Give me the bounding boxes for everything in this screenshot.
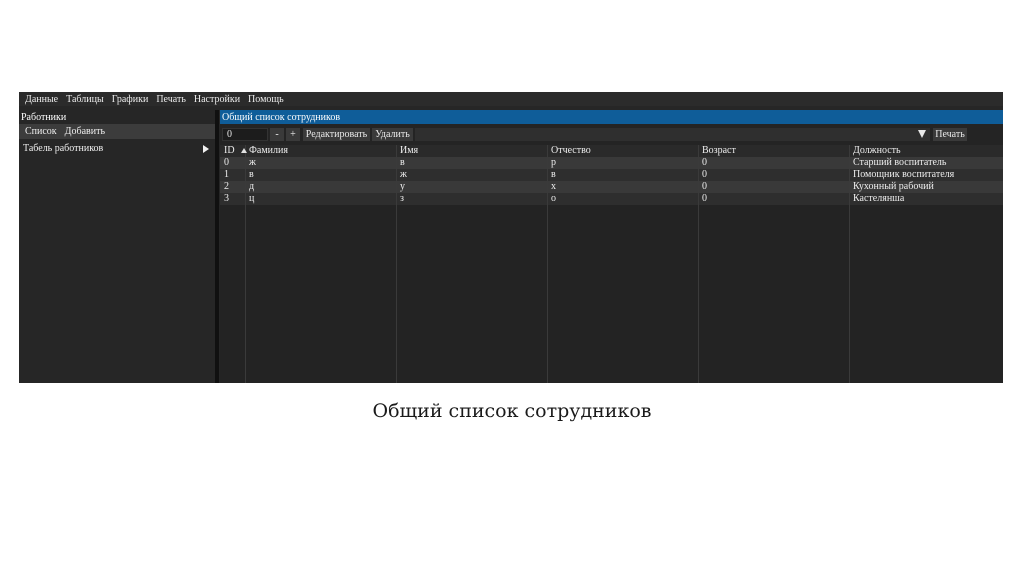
menu-settings[interactable]: Настройки	[194, 94, 240, 105]
sidebar-title: Работники	[21, 112, 67, 123]
sidebar: Работники Список Добавить Табель работни…	[19, 110, 215, 383]
cell-lastname: в	[249, 169, 254, 180]
menu-tables[interactable]: Таблицы	[66, 94, 104, 105]
column-divider	[547, 145, 548, 383]
sidebar-item-label: Табель работников	[23, 143, 104, 154]
cell-patronymic: х	[551, 181, 556, 192]
cell-id: 1	[224, 169, 229, 180]
tab-add[interactable]: Добавить	[65, 126, 105, 137]
toolbar: 0 - + Редактировать Удалить Печать	[220, 127, 1003, 143]
menu-charts[interactable]: Графики	[112, 94, 149, 105]
cell-patronymic: в	[551, 169, 556, 180]
decrement-button[interactable]: -	[270, 128, 284, 141]
sidebar-tabs: Список Добавить	[19, 124, 215, 139]
cell-patronymic: р	[551, 157, 556, 168]
column-header-age[interactable]: Возраст	[702, 145, 736, 157]
app-window: Данные Таблицы Графики Печать Настройки …	[19, 92, 1003, 383]
delete-button[interactable]: Удалить	[372, 128, 413, 141]
column-divider	[396, 145, 397, 383]
main-panel: Общий список сотрудников 0 - + Редактиро…	[220, 110, 1003, 383]
column-header-patronymic[interactable]: Отчество	[551, 145, 591, 157]
tab-list[interactable]: Список	[25, 126, 57, 137]
menu-data[interactable]: Данные	[25, 94, 58, 105]
cell-position: Старший воспитатель	[853, 157, 947, 168]
menu-print[interactable]: Печать	[156, 94, 186, 105]
column-header-firstname[interactable]: Имя	[400, 145, 418, 157]
id-input[interactable]: 0	[222, 128, 268, 141]
print-button[interactable]: Печать	[933, 128, 967, 141]
cell-firstname: в	[400, 157, 405, 168]
sort-ascending-icon	[241, 148, 247, 153]
cell-lastname: ц	[249, 193, 255, 204]
dropdown-arrow-icon[interactable]	[918, 130, 926, 138]
cell-age: 0	[702, 157, 707, 168]
column-divider	[698, 145, 699, 383]
increment-button[interactable]: +	[286, 128, 300, 141]
panel-title: Общий список сотрудников	[220, 110, 1003, 124]
cell-lastname: д	[249, 181, 255, 192]
slide-caption: Общий список сотрудников	[372, 400, 652, 422]
cell-firstname: ж	[400, 169, 407, 180]
cell-firstname: з	[400, 193, 404, 204]
column-divider	[849, 145, 850, 383]
cell-firstname: у	[400, 181, 405, 192]
filter-combobox[interactable]	[415, 128, 930, 141]
cell-id: 0	[224, 157, 229, 168]
cell-position: Кухонный рабочий	[853, 181, 934, 192]
cell-age: 0	[702, 181, 707, 192]
cell-id: 3	[224, 193, 229, 204]
cell-age: 0	[702, 169, 707, 180]
cell-lastname: ж	[249, 157, 256, 168]
column-header-id[interactable]: ID	[224, 145, 235, 157]
column-header-position[interactable]: Должность	[853, 145, 901, 157]
sidebar-item-timesheet[interactable]: Табель работников	[23, 142, 213, 155]
splitter-handle[interactable]	[215, 110, 219, 383]
edit-button[interactable]: Редактировать	[303, 128, 370, 141]
menu-help[interactable]: Помощь	[248, 94, 284, 105]
cell-age: 0	[702, 193, 707, 204]
chevron-right-icon	[203, 144, 209, 153]
cell-id: 2	[224, 181, 229, 192]
menu-bar: Данные Таблицы Графики Печать Настройки …	[19, 92, 1003, 106]
cell-position: Кастелянша	[853, 193, 905, 204]
column-header-lastname[interactable]: Фамилия	[249, 145, 288, 157]
cell-position: Помощник воспитателя	[853, 169, 955, 180]
cell-patronymic: о	[551, 193, 556, 204]
employee-table: ID Фамилия Имя Отчество Возраст Должност…	[220, 145, 1003, 383]
column-divider	[245, 145, 246, 383]
